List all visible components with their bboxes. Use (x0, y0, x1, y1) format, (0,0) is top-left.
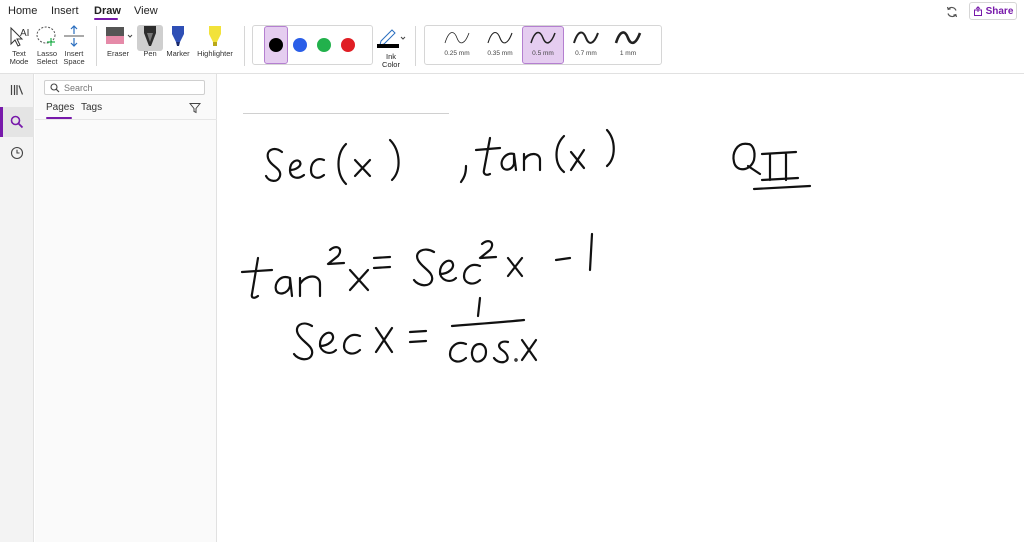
text-mode-button[interactable]: AI Text Mode (5, 24, 33, 66)
color-green[interactable] (317, 38, 331, 52)
ink-color-label: Ink Color (382, 52, 400, 69)
notebooks-button[interactable] (0, 75, 34, 105)
sync-icon[interactable] (945, 5, 959, 19)
handwritten-ink (240, 128, 812, 364)
width-label: 0.5 mm (532, 50, 554, 57)
tab-draw[interactable]: Draw (94, 5, 121, 17)
clock-icon (10, 146, 24, 160)
eraser-button[interactable]: Eraser (103, 24, 133, 58)
search-panel: Pages Tags (35, 74, 217, 542)
ink-identity-tan-sec (240, 232, 594, 299)
ink-color-icon (377, 29, 406, 48)
share-label: Share (985, 5, 1014, 17)
tab-home[interactable]: Home (8, 5, 37, 17)
search-icon (50, 83, 60, 93)
notebooks-icon (10, 85, 24, 95)
ink-sec-x (264, 138, 400, 186)
ink-sec-over-cos (292, 296, 538, 364)
note-canvas[interactable] (218, 74, 1024, 542)
pen-icon (144, 26, 156, 46)
lasso-select-icon (36, 26, 56, 46)
tab-insert[interactable]: Insert (51, 5, 79, 17)
highlighter-label: Highlighter (197, 49, 233, 58)
ink-q-two (732, 142, 812, 191)
width-label: 0.25 mm (444, 50, 470, 57)
lasso-select-label: Lasso Select (36, 49, 58, 66)
width-1mm[interactable]: 1 mm (607, 27, 649, 57)
tab-view[interactable]: View (134, 5, 158, 17)
color-red[interactable] (341, 38, 355, 52)
highlighter-button[interactable]: Highlighter (194, 24, 236, 58)
width-0-25mm[interactable]: 0.25 mm (436, 27, 478, 57)
marker-label: Marker (166, 49, 190, 58)
color-blue[interactable] (293, 38, 307, 52)
width-label: 0.7 mm (575, 50, 597, 57)
width-0-5mm[interactable]: 0.5 mm (522, 27, 564, 57)
pen-button[interactable]: Pen (137, 24, 163, 58)
marker-button[interactable]: Marker (165, 24, 191, 58)
eraser-icon (106, 27, 133, 44)
search-nav-button[interactable] (0, 107, 34, 137)
width-label: 0.35 mm (487, 50, 513, 57)
width-label: 1 mm (619, 50, 637, 57)
stroke-width-icon (614, 31, 642, 45)
search-box[interactable] (44, 80, 205, 95)
eraser-label: Eraser (106, 49, 130, 58)
search-input[interactable] (64, 82, 202, 93)
text-mode-label: Text Mode (9, 49, 29, 66)
share-button[interactable]: Share (969, 2, 1017, 20)
stroke-width-icon (530, 31, 556, 44)
marker-icon (172, 26, 184, 46)
ink-color-button[interactable] (376, 27, 406, 49)
share-icon (973, 6, 982, 16)
tab-tags[interactable]: Tags (81, 102, 102, 113)
lasso-select-button[interactable]: Lasso Select (34, 24, 60, 66)
stroke-width-icon (573, 31, 599, 44)
width-0-35mm[interactable]: 0.35 mm (479, 27, 521, 57)
insert-space-label: Insert Space (63, 49, 85, 66)
navigation-rail (0, 74, 34, 542)
ribbon-separator (96, 26, 97, 66)
ink-tan-x (459, 128, 615, 184)
color-black[interactable] (269, 38, 283, 52)
active-tab-indicator (94, 18, 118, 20)
insert-space-button[interactable]: Insert Space (61, 24, 87, 66)
ribbon-separator (244, 26, 245, 66)
rail-active-indicator (0, 107, 3, 137)
tab-pages[interactable]: Pages (46, 102, 74, 113)
svg-text:AI: AI (20, 28, 29, 39)
recent-notes-button[interactable] (0, 138, 34, 168)
text-mode-icon: AI (10, 26, 29, 47)
ribbon-separator (415, 26, 416, 66)
stroke-width-icon (444, 32, 470, 44)
insert-space-icon (64, 25, 84, 47)
highlighter-icon (209, 26, 221, 46)
width-0-7mm[interactable]: 0.7 mm (565, 27, 607, 57)
filter-icon[interactable] (189, 102, 201, 114)
panel-divider (35, 119, 217, 120)
search-icon (10, 115, 24, 129)
stroke-width-icon (487, 32, 513, 44)
menu-bar: Home Insert Draw View Share (0, 0, 1024, 22)
pen-label: Pen (143, 49, 157, 58)
